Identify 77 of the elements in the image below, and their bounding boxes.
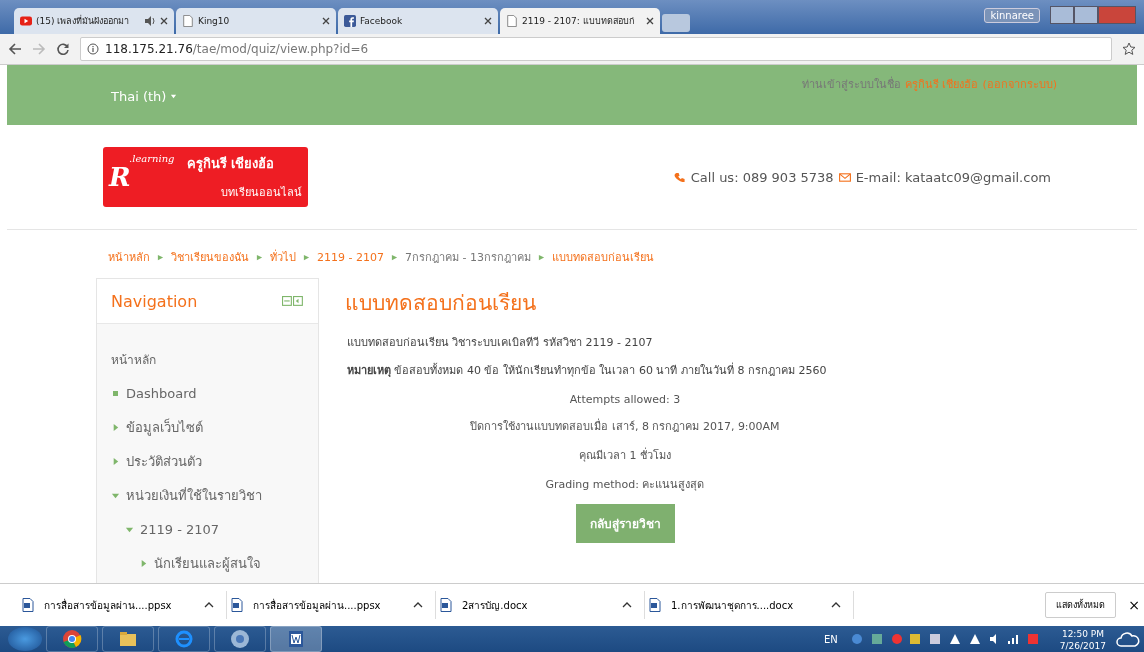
file-icon (440, 598, 452, 612)
download-item[interactable]: 1.การพัฒนาชุดการ....docx (645, 591, 854, 619)
browser-tab[interactable]: (15) เพลงที่มันฝังออกมา (14, 8, 174, 34)
separator-icon (390, 253, 398, 261)
nav-item[interactable]: 2119 - 2107 (140, 521, 220, 537)
nav-item[interactable]: นักเรียนและผู้สนใจ (154, 552, 261, 574)
breadcrumb-item[interactable]: แบบทดสอบก่อนเรียน (551, 248, 654, 266)
browser-icon[interactable] (214, 626, 266, 652)
breadcrumb-item[interactable]: 7กรกฎาคม - 13กรกฎาคม (404, 248, 531, 266)
caret-down-icon (170, 92, 178, 100)
quiz-info: ปิดการใช้งานแบบทดสอบเมื่อ เสาร์, 8 กรกฎาคม 2017, 9:00AM (470, 417, 780, 435)
address-field[interactable]: 118.175.21.76/tae/mod/quiz/view.php?id=6 (80, 37, 1112, 61)
site-logo[interactable]: R .learning ครูกินรี เชียงฮ้อ บทเรียนออนไลน์ (103, 147, 308, 207)
nav-item[interactable]: Dashboard (126, 385, 197, 401)
info-icon (87, 43, 99, 55)
close-icon[interactable] (484, 17, 492, 25)
word-icon[interactable] (270, 626, 322, 652)
clock-time[interactable]: 12:50 PM (1061, 628, 1104, 640)
login-text: ท่านเข้าสู่ระบบในชื่อ (801, 75, 901, 91)
page-title: แบบทดสอบก่อนเรียน (345, 290, 537, 317)
browser-tab[interactable]: King10 (176, 8, 336, 34)
separator-icon (303, 253, 310, 261)
quiz-info: Grading method: คะแนนสูงสุด (545, 477, 705, 493)
email-text: E-mail: kataatc09@gmail.com (855, 169, 1051, 185)
separator-icon (157, 253, 164, 261)
breadcrumb-item[interactable]: วิชาเรียนของฉัน (171, 248, 249, 266)
browser-tab[interactable]: Facebook (338, 8, 498, 34)
folder-icon[interactable] (102, 626, 154, 652)
page-icon (182, 15, 194, 27)
back-icon[interactable] (8, 42, 22, 56)
nav-item[interactable]: ข้อมูลเว็บไซต์ (126, 416, 203, 438)
close-icon[interactable] (160, 17, 168, 25)
breadcrumb-item[interactable]: 2119 - 2107 (317, 250, 384, 264)
nav-item[interactable]: ประวัติส่วนตัว (126, 450, 202, 472)
phone-icon (673, 171, 686, 183)
breadcrumb-item[interactable]: ทั่วไป (270, 248, 296, 266)
envelope-icon (838, 171, 851, 183)
caret-up-icon[interactable] (204, 602, 214, 608)
reload-icon[interactable] (56, 42, 70, 56)
intro-text: แบบทดสอบก่อนเรียน วิชาระบบเคเบิลทีวี รหัสวิชา 2119 - 2107 (347, 335, 654, 351)
separator-icon (256, 253, 263, 261)
nav-item[interactable]: หน้าหลัก (111, 349, 156, 369)
note-text: หมายเหตุ ข้อสอบทั้งหมด 40 ข้อ ให้นักเรียนทำทุกข้อ ในเวลา 60 นาที ภายในวันที่ 8 กรกฎาคม 2560 (347, 361, 828, 379)
file-icon (649, 598, 661, 612)
internet-explorer-icon[interactable] (158, 626, 210, 652)
speaker-icon (144, 15, 156, 27)
clock-date[interactable]: 7/26/2017 (1059, 640, 1106, 652)
close-icon[interactable] (322, 17, 330, 25)
start-button[interactable] (8, 627, 42, 651)
separator-icon (537, 253, 545, 261)
profile-button[interactable]: kinnaree (984, 8, 1040, 23)
nav-item[interactable]: หน่วยเงินที่ใช้ในรายวิชา (126, 484, 262, 506)
phone-text: Call us: 089 903 5738 (690, 169, 834, 185)
bullet-icon (113, 390, 118, 396)
video-icon (20, 15, 32, 27)
close-icon[interactable]: × (1128, 597, 1140, 613)
download-item[interactable]: การสื่อสารข้อมูลผ่าน....ppsx (227, 591, 436, 619)
caret-up-icon[interactable] (831, 602, 841, 608)
page-icon (506, 15, 518, 27)
block-title: Navigation (111, 291, 198, 311)
download-item[interactable]: 2สารบัญ.docx (436, 591, 645, 619)
file-icon (22, 598, 34, 612)
cloud-icon[interactable] (1116, 631, 1140, 647)
quiz-info: Attempts allowed: 3 (569, 393, 681, 406)
chrome-icon[interactable] (46, 626, 98, 652)
breadcrumb-item[interactable]: หน้าหลัก (108, 248, 150, 266)
language-indicator[interactable]: EN (824, 633, 838, 645)
browser-tab[interactable]: 2119 - 2107: แบบทดสอบก่ (500, 8, 660, 34)
download-item[interactable]: การสื่อสารข้อมูลผ่าน....ppsx (18, 591, 227, 619)
facebook-icon (344, 15, 356, 27)
show-all-button[interactable]: แสดงทั้งหมด (1045, 592, 1117, 618)
file-icon (231, 598, 243, 612)
close-icon[interactable] (646, 17, 654, 25)
caret-up-icon[interactable] (413, 602, 423, 608)
bookmark-star-icon[interactable] (1122, 42, 1136, 56)
caret-up-icon[interactable] (622, 602, 632, 608)
quiz-info: คุณมีเวลา 1 ชั่วโมง (579, 446, 671, 464)
